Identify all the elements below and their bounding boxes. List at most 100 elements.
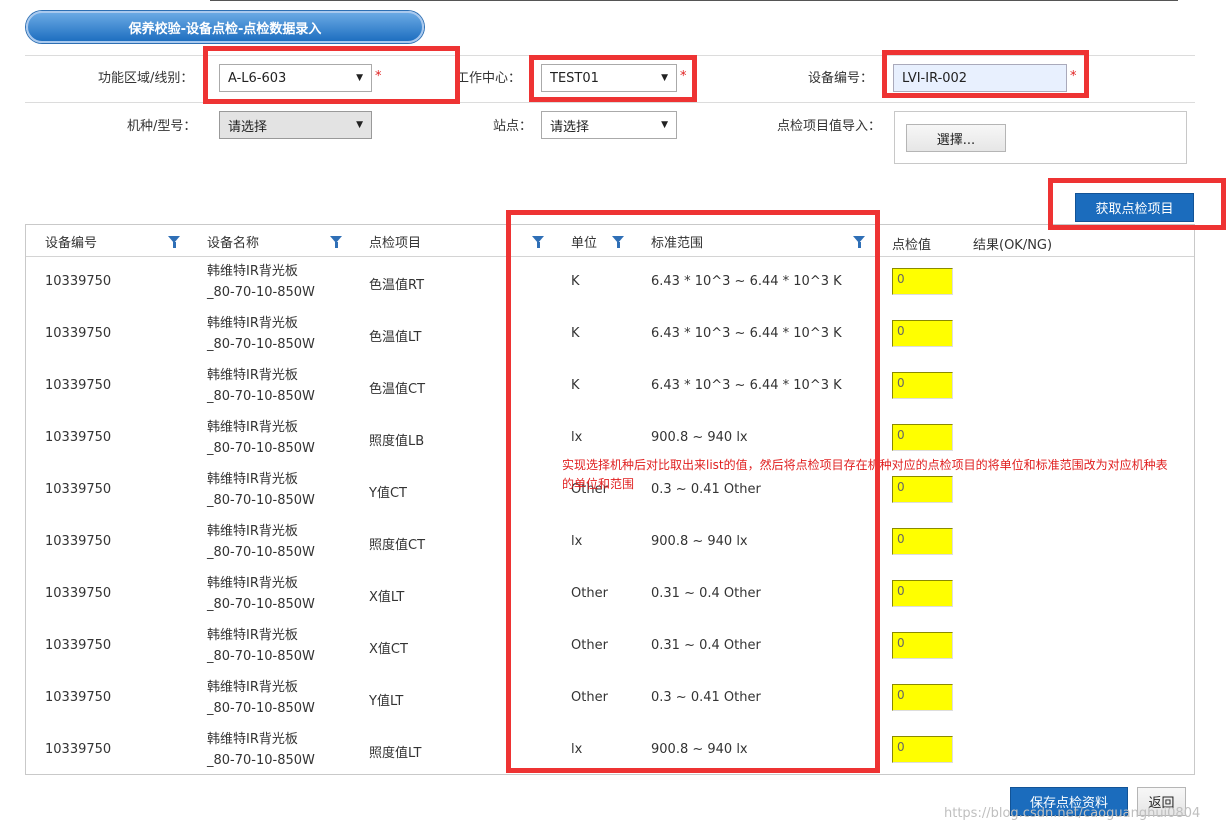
cell-unit: K: [571, 274, 580, 289]
cell-equipment-name-line1: 韩维特IR背光板: [207, 524, 298, 539]
inspection-value-input[interactable]: 0: [892, 632, 953, 659]
cell-equipment-no: 10339750: [45, 690, 112, 705]
watermark: https://blog.csdn.net/caoguanghui0804: [944, 806, 1201, 821]
model-label: 机种/型号：: [127, 119, 197, 134]
inspection-value-input[interactable]: 0: [892, 684, 953, 711]
cell-equipment-no: 10339750: [45, 586, 112, 601]
cell-equipment-name-line2: _80-70-10-850W: [207, 389, 315, 404]
cell-unit: lx: [571, 742, 583, 757]
equipment-no-input[interactable]: LVI-IR-002: [893, 64, 1067, 92]
annotation-line-2: 的单位和范围: [562, 477, 635, 491]
cell-standard-range: 900.8 ~ 940 lx: [651, 742, 748, 757]
cell-inspection-item: 色温值CT: [369, 382, 426, 397]
cell-equipment-no: 10339750: [45, 274, 112, 289]
cell-equipment-name-line1: 韩维特IR背光板: [207, 576, 298, 591]
area-select[interactable]: A-L6-603 ▼: [219, 64, 372, 92]
station-value: 请选择: [550, 119, 590, 135]
cell-unit: K: [571, 378, 580, 393]
cell-standard-range: 0.3 ~ 0.41 Other: [651, 482, 761, 497]
table-row: [26, 568, 1194, 620]
table-row: [26, 256, 1194, 308]
cell-unit: Other: [571, 690, 608, 705]
cell-standard-range: 900.8 ~ 940 lx: [651, 534, 748, 549]
caret-down-icon: ▼: [356, 120, 363, 130]
work-center-required-mark: *: [680, 69, 687, 84]
filter-icon[interactable]: [330, 236, 342, 248]
table-row: [26, 672, 1194, 724]
cell-equipment-name-line1: 韩维特IR背光板: [207, 732, 298, 747]
caret-down-icon: ▼: [661, 73, 668, 83]
inspection-value-input[interactable]: 0: [892, 528, 953, 555]
cell-equipment-name-line2: _80-70-10-850W: [207, 441, 315, 456]
cell-standard-range: 6.43 * 10^3 ~ 6.44 * 10^3 K: [651, 378, 842, 393]
cell-inspection-item: 照度值CT: [369, 538, 426, 553]
equipment-no-required-mark: *: [1070, 69, 1077, 84]
top-border-line: [210, 0, 1178, 1]
filter-icon[interactable]: [853, 236, 865, 248]
cell-equipment-name-line1: 韩维特IR背光板: [207, 472, 298, 487]
table-row: [26, 620, 1194, 672]
table-row: [26, 516, 1194, 568]
cell-inspection-item: X值LT: [369, 590, 405, 605]
cell-standard-range: 6.43 * 10^3 ~ 6.44 * 10^3 K: [651, 274, 842, 289]
work-center-label: 工作中心：: [456, 71, 522, 86]
station-select[interactable]: 请选择 ▼: [541, 111, 677, 139]
cell-inspection-item: 照度值LB: [369, 434, 425, 449]
station-label: 站点：: [493, 119, 533, 134]
cell-unit: Other: [571, 586, 608, 601]
cell-equipment-no: 10339750: [45, 534, 112, 549]
inspection-value-input[interactable]: 0: [892, 476, 953, 503]
cell-equipment-name-line1: 韩维特IR背光板: [207, 264, 298, 279]
cell-equipment-name-line2: _80-70-10-850W: [207, 597, 315, 612]
caret-down-icon: ▼: [661, 120, 668, 130]
annotation-line-1: 实现选择机种后对比取出来list的值，然后将点检项目存在机种对应的点检项目的将单…: [562, 458, 1168, 472]
inspection-value-input[interactable]: 0: [892, 736, 953, 763]
table-row: [26, 308, 1194, 360]
work-center-value: TEST01: [550, 70, 599, 86]
cell-inspection-item: Y值CT: [369, 486, 407, 501]
cell-equipment-name-line1: 韩维特IR背光板: [207, 420, 298, 435]
col-header-equipment-name: 设备名称: [207, 236, 260, 251]
inspection-value-input[interactable]: 0: [892, 320, 953, 347]
cell-equipment-name-line1: 韩维特IR背光板: [207, 368, 298, 383]
cell-equipment-name-line2: _80-70-10-850W: [207, 701, 315, 716]
table-row: [26, 360, 1194, 412]
caret-down-icon: ▼: [356, 73, 363, 83]
work-center-select[interactable]: TEST01 ▼: [541, 64, 677, 92]
cell-equipment-name-line1: 韩维特IR背光板: [207, 680, 298, 695]
inspection-value-input[interactable]: 0: [892, 424, 953, 451]
cell-standard-range: 0.31 ~ 0.4 Other: [651, 638, 761, 653]
model-select[interactable]: 请选择 ▼: [219, 111, 372, 139]
fetch-items-button[interactable]: 获取点检项目: [1075, 193, 1194, 222]
cell-equipment-name-line2: _80-70-10-850W: [207, 285, 315, 300]
cell-standard-range: 6.43 * 10^3 ~ 6.44 * 10^3 K: [651, 326, 842, 341]
cell-unit: K: [571, 326, 580, 341]
inspection-value-input[interactable]: 0: [892, 580, 953, 607]
cell-equipment-name-line1: 韩维特IR背光板: [207, 316, 298, 331]
filter-icon[interactable]: [532, 236, 544, 248]
area-label: 功能区域/线别：: [98, 71, 194, 86]
col-header-standard-range: 标准范围: [651, 236, 704, 251]
cell-standard-range: 0.3 ~ 0.41 Other: [651, 690, 761, 705]
cell-equipment-no: 10339750: [45, 638, 112, 653]
cell-equipment-name-line2: _80-70-10-850W: [207, 545, 315, 560]
cell-equipment-name-line1: 韩维特IR背光板: [207, 628, 298, 643]
cell-inspection-item: Y值LT: [369, 694, 404, 709]
cell-equipment-name-line2: _80-70-10-850W: [207, 753, 315, 768]
cell-equipment-no: 10339750: [45, 326, 112, 341]
cell-equipment-name-line2: _80-70-10-850W: [207, 337, 315, 352]
filter-icon[interactable]: [612, 236, 624, 248]
col-header-inspection-item: 点检项目: [369, 236, 422, 251]
cell-unit: lx: [571, 430, 583, 445]
cell-inspection-item: 照度值LT: [369, 746, 422, 761]
inspection-value-input[interactable]: 0: [892, 372, 953, 399]
filter-icon[interactable]: [168, 236, 180, 248]
choose-file-button[interactable]: 選擇...: [906, 124, 1006, 152]
equipment-no-label: 设备编号：: [808, 71, 874, 86]
inspection-value-input[interactable]: 0: [892, 268, 953, 295]
page-title: 保养校验-设备点检-点检数据录入: [26, 11, 424, 43]
cell-standard-range: 0.31 ~ 0.4 Other: [651, 586, 761, 601]
cell-equipment-no: 10339750: [45, 742, 112, 757]
cell-equipment-name-line2: _80-70-10-850W: [207, 493, 315, 508]
import-label: 点检项目值导入：: [777, 119, 882, 134]
